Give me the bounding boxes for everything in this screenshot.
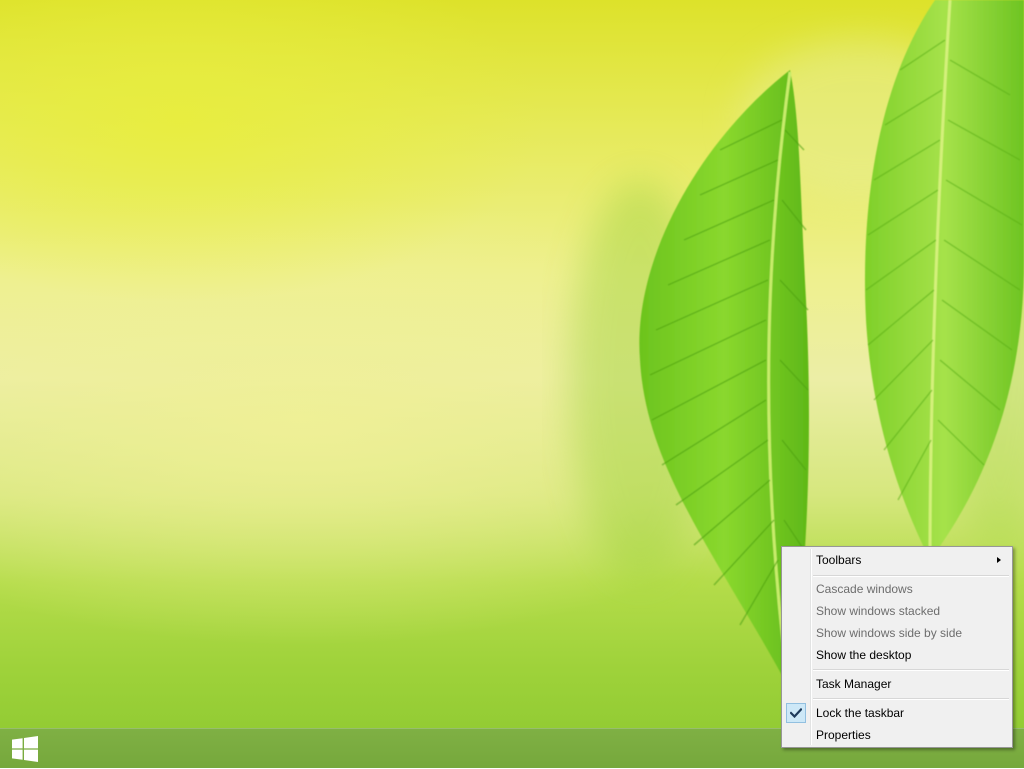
menu-separator — [813, 669, 1009, 671]
menu-item-label: Toolbars — [816, 553, 862, 567]
menu-item-task-manager[interactable]: Task Manager — [784, 673, 1010, 695]
menu-item-properties[interactable]: Properties — [784, 724, 1010, 746]
menu-item-label: Show windows side by side — [816, 626, 963, 640]
submenu-arrow-icon — [997, 557, 1001, 563]
windows-logo-icon — [12, 736, 38, 762]
menu-item-show-windows-stacked[interactable]: Show windows stacked — [784, 600, 1010, 622]
menu-item-label: Task Manager — [816, 677, 892, 691]
menu-separator — [813, 575, 1009, 577]
menu-item-label: Cascade windows — [816, 582, 913, 596]
checkmark-icon — [790, 708, 802, 718]
menu-item-label: Properties — [816, 728, 871, 742]
menu-item-label: Lock the taskbar — [816, 706, 905, 720]
menu-separator — [813, 698, 1009, 700]
menu-item-lock-the-taskbar[interactable]: Lock the taskbar — [784, 702, 1010, 724]
menu-item-label: Show windows stacked — [816, 604, 941, 618]
menu-item-show-the-desktop[interactable]: Show the desktop — [784, 644, 1010, 666]
taskbar-context-menu: Toolbars Cascade windows Show windows st… — [781, 546, 1013, 748]
checkmark-box — [786, 703, 806, 723]
menu-item-toolbars[interactable]: Toolbars — [784, 549, 1010, 571]
start-button[interactable] — [0, 729, 50, 769]
menu-item-show-windows-side-by-side[interactable]: Show windows side by side — [784, 622, 1010, 644]
menu-item-cascade-windows[interactable]: Cascade windows — [784, 578, 1010, 600]
menu-item-label: Show the desktop — [816, 648, 912, 662]
